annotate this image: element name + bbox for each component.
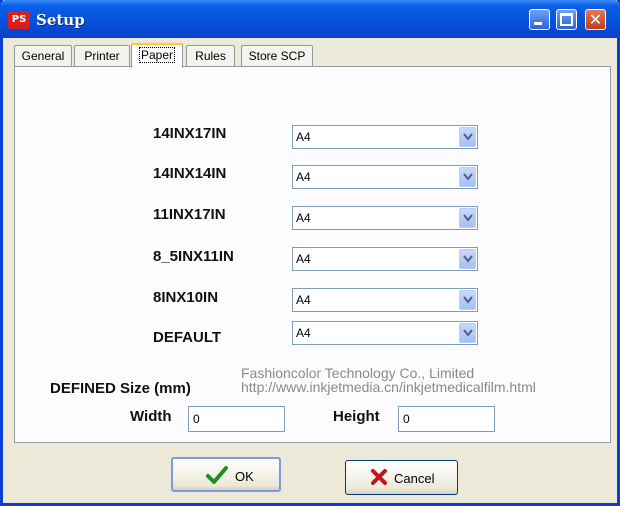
maximize-icon [560, 13, 573, 26]
combo-value: A4 [296, 211, 311, 225]
tab-paper[interactable]: Paper [131, 43, 183, 68]
label-default: DEFAULT [153, 329, 222, 346]
dropdown-arrow-icon[interactable] [459, 127, 476, 147]
x-icon [371, 469, 387, 485]
title-bar[interactable]: PS Setup ✕ [0, 0, 620, 38]
combo-value: A4 [296, 326, 311, 340]
minimize-icon [534, 22, 542, 25]
window-title: Setup [36, 11, 85, 29]
app-icon: PS [8, 11, 30, 29]
combo-value: A4 [296, 252, 311, 266]
close-icon: ✕ [588, 10, 603, 29]
width-input[interactable]: 0 [188, 406, 285, 432]
dropdown-arrow-icon[interactable] [459, 290, 476, 310]
checkmark-icon [206, 466, 228, 484]
tab-label: Rules [195, 49, 226, 63]
height-label: Height [333, 408, 380, 425]
label-14inx17in: 14INX17IN [153, 125, 227, 142]
close-button[interactable]: ✕ [585, 9, 606, 30]
defined-size-heading: DEFINED Size (mm) [50, 380, 191, 397]
cancel-label: Cancel [394, 471, 435, 486]
combo-value: A4 [296, 170, 311, 184]
ok-button[interactable]: OK [171, 457, 281, 492]
combo-value: A4 [296, 130, 311, 144]
tab-general[interactable]: General [14, 45, 72, 66]
dropdown-arrow-icon[interactable] [459, 323, 476, 343]
combo-14inx14in[interactable]: A4 [292, 165, 478, 189]
maximize-button[interactable] [556, 9, 577, 30]
combo-14inx17in[interactable]: A4 [292, 125, 478, 149]
setup-dialog: PS Setup ✕ General Printer Paper Rules S… [0, 0, 620, 506]
tab-label: Paper [138, 47, 176, 63]
width-label: Width [130, 408, 172, 425]
combo-8-5inx11in[interactable]: A4 [292, 247, 478, 271]
watermark-url: http://www.inkjetmedia.cn/inkjetmedicalf… [241, 379, 536, 395]
tab-label: Printer [84, 49, 120, 63]
combo-11inx17in[interactable]: A4 [292, 206, 478, 230]
tab-label: Store SCP [248, 49, 306, 63]
dropdown-arrow-icon[interactable] [459, 167, 476, 187]
combo-8inx10in[interactable]: A4 [292, 288, 478, 312]
label-11inx17in: 11INX17IN [153, 206, 226, 223]
label-8-5inx11in: 8_5INX11IN [153, 248, 234, 265]
tab-label: General [21, 49, 65, 63]
dropdown-arrow-icon[interactable] [459, 208, 476, 228]
height-input[interactable]: 0 [398, 406, 495, 432]
dropdown-arrow-icon[interactable] [459, 249, 476, 269]
tab-printer[interactable]: Printer [74, 45, 130, 66]
tab-store-scp[interactable]: Store SCP [241, 45, 313, 66]
tab-rules[interactable]: Rules [186, 45, 235, 66]
minimize-button[interactable] [529, 9, 550, 30]
cancel-button[interactable]: Cancel [345, 460, 458, 495]
label-14inx14in: 14INX14IN [153, 165, 227, 182]
label-8inx10in: 8INX10IN [153, 289, 219, 306]
combo-default[interactable]: A4 [292, 321, 478, 345]
combo-value: A4 [296, 293, 311, 307]
ok-label: OK [235, 469, 254, 484]
